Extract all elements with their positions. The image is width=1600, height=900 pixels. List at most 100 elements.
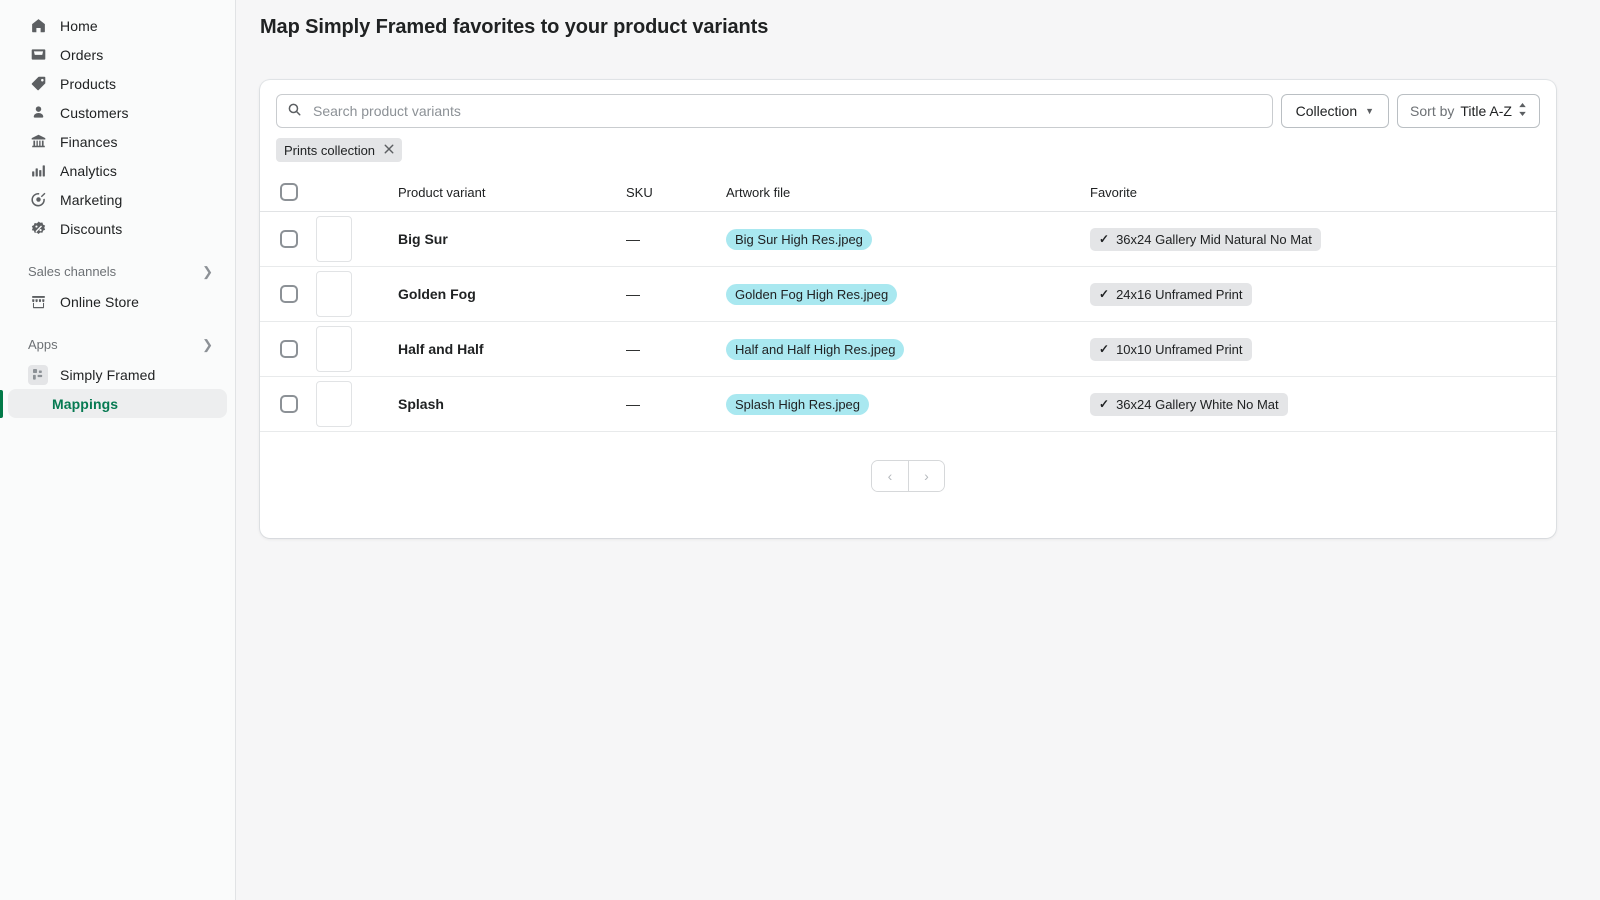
sidebar-item-customers[interactable]: Customers — [8, 98, 227, 127]
search-box[interactable] — [276, 94, 1273, 128]
marketing-target-icon — [28, 190, 48, 210]
check-icon: ✓ — [1099, 287, 1110, 301]
table-row[interactable]: Golden Fog — Golden Fog High Res.jpeg ✓ 24x1… — [260, 266, 1556, 322]
artwork-file-pill[interactable]: Golden Fog High Res.jpeg — [726, 283, 898, 305]
row-artwork-cell: Half and Half High Res.jpeg — [726, 321, 1090, 377]
analytics-bars-icon — [28, 161, 48, 181]
favorite-pill[interactable]: ✓ 10x10 Unframed Print — [1090, 337, 1252, 361]
page-title: Map Simply Framed favorites to your prod… — [260, 16, 769, 38]
pagination-next-button[interactable]: › — [908, 461, 944, 491]
sidebar-group-apps[interactable]: Apps ❯ — [8, 330, 227, 358]
table-head: Product variant SKU Artwork file Favorit… — [260, 174, 1556, 212]
sidebar-item-mappings[interactable]: Mappings — [0, 389, 227, 418]
row-checkbox[interactable] — [280, 395, 298, 413]
collection-filter-button[interactable]: Collection ▼ — [1280, 94, 1390, 128]
sidebar-item-marketing[interactable]: Marketing — [8, 185, 227, 214]
row-thumbnail-cell — [316, 211, 398, 267]
favorite-label: 10x10 Unframed Print — [1116, 341, 1243, 357]
table-body: Big Sur — Big Sur High Res.jpeg ✓ 36x24 Gall… — [260, 211, 1556, 432]
artwork-thumbnail — [316, 271, 352, 317]
favorite-pill[interactable]: ✓ 36x24 Gallery White No Mat — [1090, 392, 1288, 416]
app-root: Home Orders Products Customers Finances — [0, 0, 1600, 900]
chevron-down-icon: ▼ — [1365, 105, 1375, 116]
artwork-file-header: Artwork file — [726, 174, 1090, 212]
close-icon[interactable] — [384, 144, 394, 156]
artwork-file-pill[interactable]: Splash High Res.jpeg — [726, 393, 870, 415]
sort-updown-icon — [1518, 103, 1527, 119]
pagination-prev-button[interactable]: ‹ — [872, 461, 908, 491]
sidebar-item-finances[interactable]: Finances — [8, 127, 227, 156]
row-sku-cell: — — [626, 266, 726, 322]
product-variant-header: Product variant — [398, 174, 626, 212]
storefront-icon — [28, 292, 48, 312]
sku-value: — — [626, 286, 640, 302]
row-select-cell — [260, 376, 316, 432]
search-wrapper — [276, 94, 1273, 128]
variants-table: Product variant SKU Artwork file Favorit… — [260, 174, 1556, 432]
sidebar-item-label: Orders — [60, 46, 104, 63]
mappings-card: Collection ▼ Sort by Title A-Z Prints co… — [260, 80, 1556, 538]
row-select-cell — [260, 321, 316, 377]
sidebar-item-discounts[interactable]: Discounts — [8, 214, 227, 243]
sidebar-item-label: Finances — [60, 133, 118, 150]
row-thumbnail-cell — [316, 376, 398, 432]
main-content: Map Simply Framed favorites to your prod… — [236, 0, 1600, 900]
row-sku-cell: — — [626, 376, 726, 432]
row-artwork-cell: Big Sur High Res.jpeg — [726, 211, 1090, 267]
table-row[interactable]: Half and Half — Half and Half High Res.jpe… — [260, 321, 1556, 377]
favorite-pill[interactable]: ✓ 36x24 Gallery Mid Natural No Mat — [1090, 227, 1321, 251]
product-variant-name: Big Sur — [398, 231, 448, 247]
sidebar-item-label: Online Store — [60, 293, 140, 310]
search-icon — [287, 102, 302, 120]
row-favorite-cell: ✓ 36x24 Gallery Mid Natural No Mat — [1090, 211, 1556, 267]
row-name-cell: Half and Half — [398, 321, 626, 377]
sort-button[interactable]: Sort by Title A-Z — [1397, 94, 1540, 128]
active-filter-chips: Prints collection — [260, 128, 1556, 174]
sidebar-item-analytics[interactable]: Analytics — [8, 156, 227, 185]
app-blocks-icon — [28, 364, 48, 385]
sku-value: — — [626, 396, 640, 412]
filter-chip-label: Prints collection — [284, 142, 376, 158]
product-variant-name: Splash — [398, 396, 444, 412]
sidebar-group-sales-channels[interactable]: Sales channels ❯ — [8, 257, 227, 285]
sidebar-item-home[interactable]: Home — [8, 11, 227, 40]
row-checkbox[interactable] — [280, 340, 298, 358]
sort-value-label: Title A-Z — [1460, 103, 1512, 119]
row-thumbnail-cell — [316, 321, 398, 377]
collection-filter-label: Collection — [1295, 103, 1358, 119]
home-icon — [28, 16, 48, 36]
sidebar-item-simply-framed[interactable]: Simply Framed — [8, 360, 227, 389]
sort-prefix-label: Sort by — [1410, 103, 1455, 119]
products-tag-icon — [28, 74, 48, 94]
sidebar-group-label: Apps — [28, 336, 58, 352]
table-header-row: Product variant SKU Artwork file Favorit… — [260, 174, 1556, 212]
check-icon: ✓ — [1099, 232, 1110, 246]
row-select-cell — [260, 211, 316, 267]
row-sku-cell: — — [626, 321, 726, 377]
artwork-thumbnail — [316, 216, 352, 262]
sidebar-item-label: Home — [60, 17, 98, 34]
select-all-checkbox[interactable] — [280, 183, 298, 201]
finances-bank-icon — [28, 132, 48, 152]
sidebar-item-orders[interactable]: Orders — [8, 40, 227, 69]
favorite-pill[interactable]: ✓ 24x16 Unframed Print — [1090, 282, 1252, 306]
table-row[interactable]: Big Sur — Big Sur High Res.jpeg ✓ 36x24 Gall… — [260, 211, 1556, 267]
artwork-file-pill[interactable]: Big Sur High Res.jpeg — [726, 228, 872, 250]
sidebar-item-online-store[interactable]: Online Store — [8, 287, 227, 316]
chevron-right-icon: ❯ — [202, 336, 213, 352]
row-sku-cell: — — [626, 211, 726, 267]
row-checkbox[interactable] — [280, 285, 298, 303]
row-name-cell: Golden Fog — [398, 266, 626, 322]
sidebar-item-label: Products — [60, 75, 117, 92]
sidebar-item-products[interactable]: Products — [8, 69, 227, 98]
filter-chip-prints-collection[interactable]: Prints collection — [276, 138, 403, 162]
sidebar: Home Orders Products Customers Finances — [0, 0, 236, 900]
table-row[interactable]: Splash — Splash High Res.jpeg ✓ 36x24 Galler… — [260, 376, 1556, 432]
row-artwork-cell: Splash High Res.jpeg — [726, 376, 1090, 432]
search-input[interactable] — [311, 102, 1262, 120]
artwork-thumbnail — [316, 326, 352, 372]
row-checkbox[interactable] — [280, 230, 298, 248]
check-icon: ✓ — [1099, 342, 1110, 356]
artwork-file-pill[interactable]: Half and Half High Res.jpeg — [726, 338, 905, 360]
row-favorite-cell: ✓ 36x24 Gallery White No Mat — [1090, 376, 1556, 432]
